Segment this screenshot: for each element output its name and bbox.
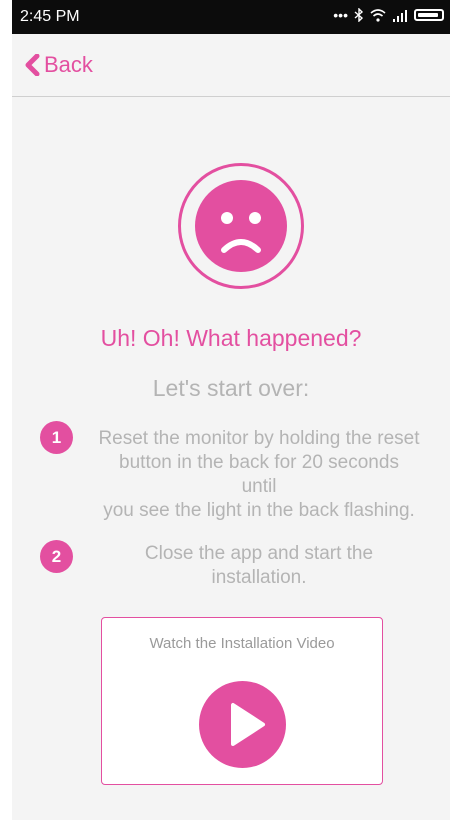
step-2-line: installation.	[211, 567, 307, 588]
bluetooth-icon	[354, 8, 364, 22]
status-time: 2:45 PM	[20, 8, 80, 25]
step-2-text: Close the app and start the installation…	[74, 542, 444, 590]
sad-face-icon	[178, 163, 304, 289]
battery-icon	[414, 9, 444, 21]
error-subhead: Let's start over:	[152, 375, 310, 401]
more-dots-icon: •••	[333, 7, 348, 23]
back-label: Back	[44, 52, 93, 77]
wifi-icon	[370, 8, 386, 22]
status-bar: 2:45 PM •••	[12, 0, 450, 34]
chevron-left-icon	[25, 54, 40, 76]
step-1-badge: 1	[40, 421, 73, 454]
play-icon	[231, 703, 265, 746]
watch-video-card[interactable]: Watch the Installation Video	[101, 617, 383, 785]
step-1-line: you see the light in the back flashing.	[103, 500, 415, 521]
app-screen: 2:45 PM ••• Back Uh! Oh! What happened? …	[12, 0, 450, 820]
back-button[interactable]: Back	[24, 52, 93, 78]
step-2-line: Close the app and start the	[144, 543, 374, 564]
watch-video-label: Watch the Installation Video	[149, 635, 335, 652]
sad-face-fill	[195, 180, 287, 272]
signal-icon	[393, 9, 407, 22]
step-1-line: until	[241, 476, 277, 497]
status-icons: •••	[333, 7, 444, 23]
play-button[interactable]	[199, 681, 286, 768]
step-1-text: Reset the monitor by holding the reset b…	[70, 427, 448, 523]
error-headline: Uh! Oh! What happened?	[100, 325, 362, 351]
sad-face-features	[221, 212, 261, 253]
step-1-line: Reset the monitor by holding the reset	[98, 428, 420, 449]
nav-bar: Back	[12, 34, 450, 97]
step-1-line: button in the back for 20 seconds	[119, 452, 399, 473]
step-2-badge: 2	[40, 540, 73, 573]
